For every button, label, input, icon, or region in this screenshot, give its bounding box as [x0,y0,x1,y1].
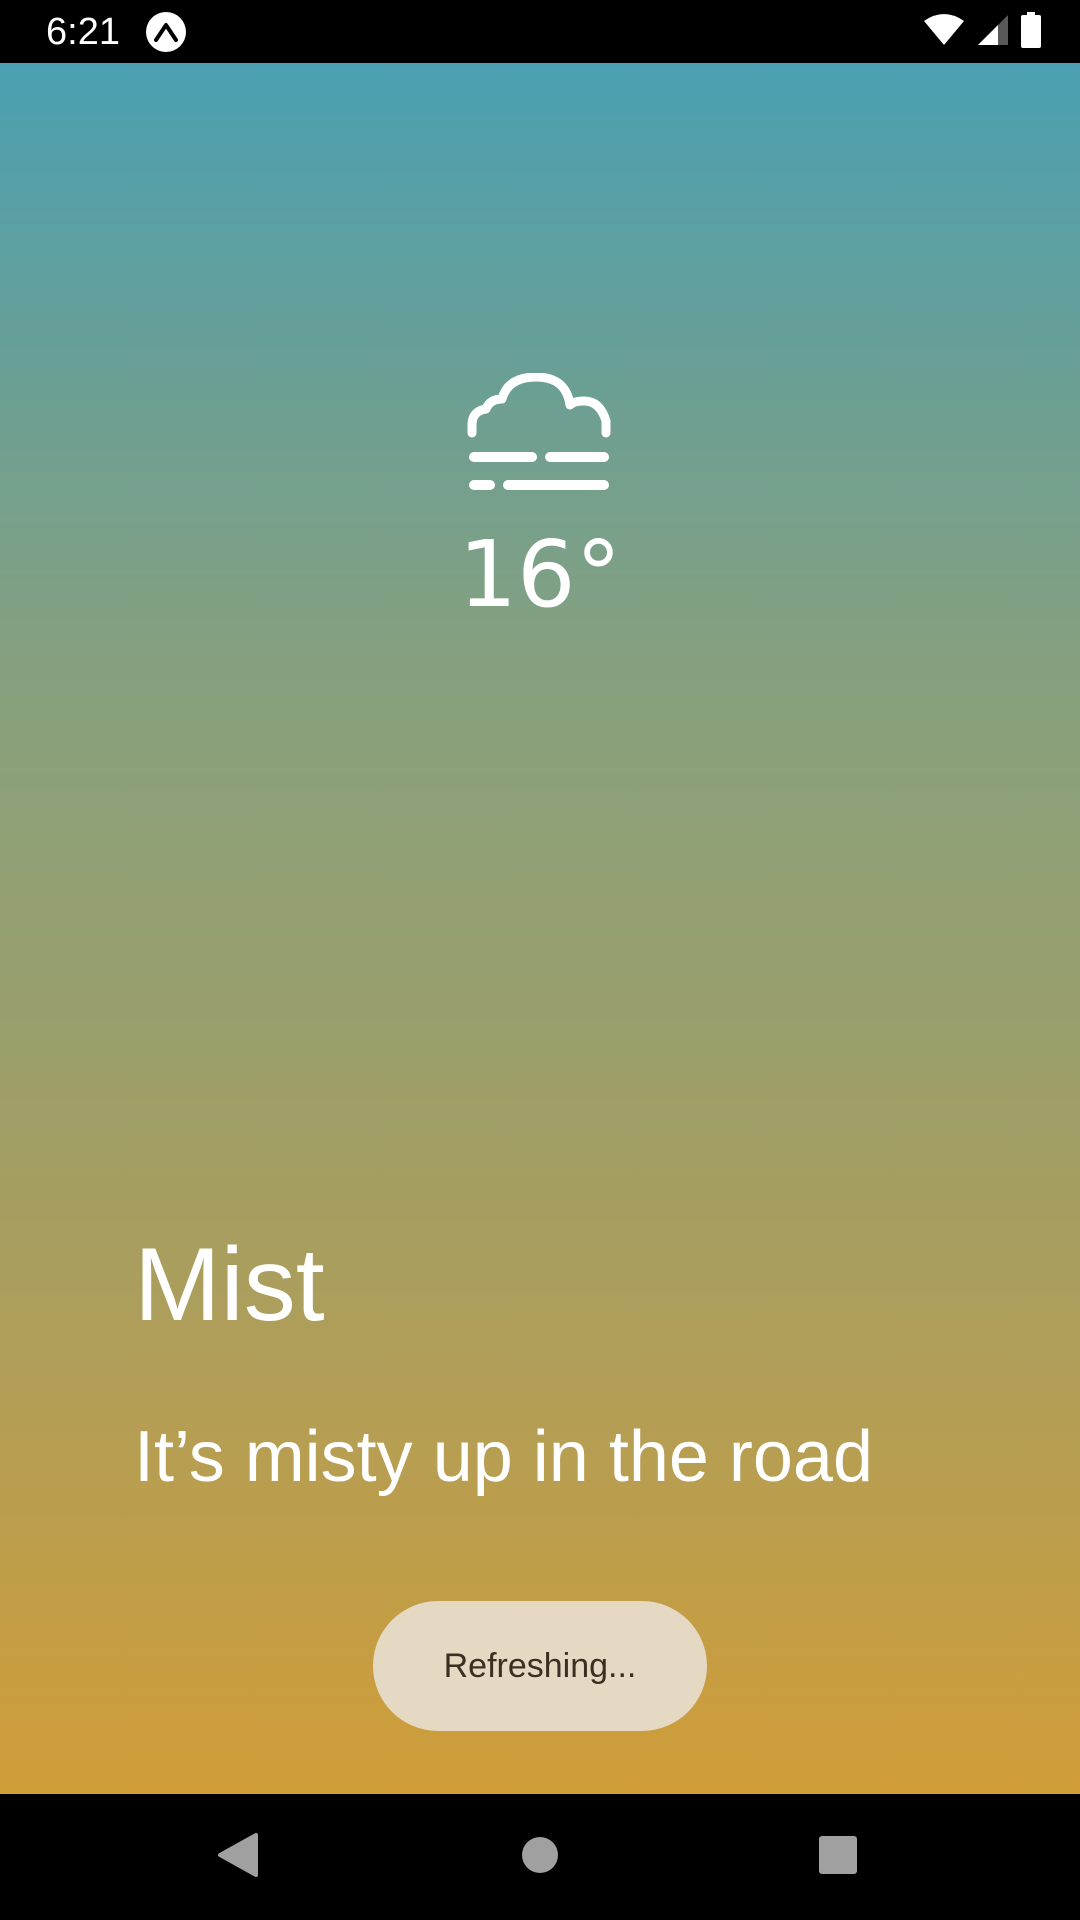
home-icon [520,1835,560,1880]
expo-icon [146,12,186,52]
back-icon [216,1831,260,1884]
battery-icon [1020,11,1042,53]
mist-icon [462,372,618,501]
weather-description: It’s misty up in the road [134,1417,874,1497]
refreshing-toast: Refreshing... [373,1601,707,1731]
recents-button[interactable] [778,1794,898,1920]
wifi-icon [922,13,966,52]
recents-icon [817,1834,859,1881]
weather-condition: Mist [134,1227,325,1343]
navigation-bar [0,1794,1080,1920]
status-icons [922,11,1042,53]
status-bar: 6:21 [0,0,1080,63]
cell-signal-icon [976,13,1010,52]
temperature: 16° [458,521,622,628]
home-button[interactable] [480,1794,600,1920]
back-button[interactable] [178,1794,298,1920]
weather-screen: 16° Mist It’s misty up in the road Refre… [0,63,1080,1794]
status-time: 6:21 [46,11,120,53]
